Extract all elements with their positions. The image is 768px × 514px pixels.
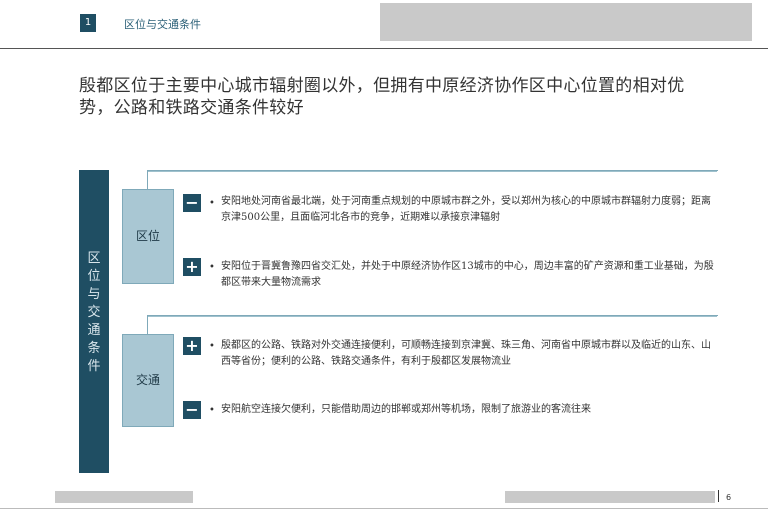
plus-icon: + [183,258,201,276]
section-number-badge: 1 [80,14,96,32]
section-title: 区位与交通条件 [124,18,201,31]
footer-separator [718,490,719,502]
bullet: • [209,262,215,273]
location-item-1: 安阳地处河南省最北端，处于河南重点规划的中原城市群之外，受以郑州为核心的中原城市… [221,196,711,223]
slide: 1 区位与交通条件 殷都区位于主要中心城市辐射圈以外，但拥有中原经济协作区中心位… [0,0,768,514]
bottom-border [0,508,768,509]
page-headline: 殷都区位于主要中心城市辐射圈以外，但拥有中原经济协作区中心位置的相对优势，公路和… [79,76,685,118]
side-band-label: 区位与交通条件 [87,251,101,374]
page-number: 6 [726,493,732,502]
bullet: • [209,341,215,352]
bullet: • [209,198,215,209]
transport-item-1: 殷都区的公路、铁路对外交通连接便利，可顺畅连接到京津冀、珠三角、河南省中原城市群… [221,340,711,367]
footer-redacted-right [505,491,715,503]
plus-icon: + [183,337,201,355]
minus-icon: − [183,194,201,212]
location-item-2: 安阳位于晋冀鲁豫四省交汇处，并处于中原经济协作区13城市的中心，周边丰富的矿产资… [221,261,714,288]
category-transport: 交通 [122,334,174,427]
transport-item-2: 安阳航空连接欠便利，只能借助周边的邯郸或郑州等机场，限制了旅游业的客流往来 [221,404,591,415]
category-location: 区位 [122,189,174,284]
header-divider [0,48,768,49]
minus-icon: − [183,401,201,419]
footer-redacted-left [55,491,193,503]
bullet: • [209,405,215,416]
header-redacted-block [380,3,752,41]
section-bracket-location-edge [147,170,718,191]
section-bracket-transport-edge [147,315,718,336]
